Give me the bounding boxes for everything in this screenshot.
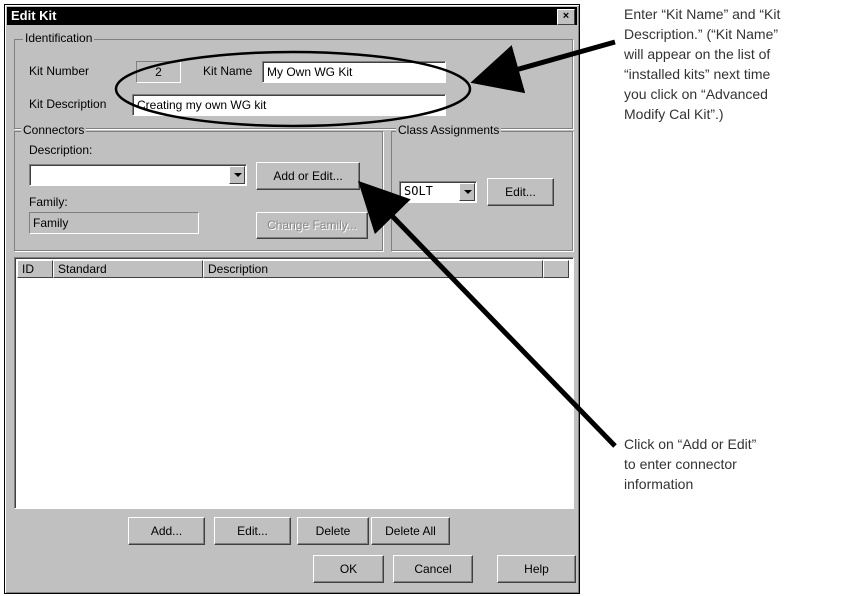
column-header-description[interactable]: Description [203,260,543,278]
standards-list[interactable]: ID Standard Description [14,257,574,509]
class-assignment-value: SOLT [404,184,433,198]
annotation-line: Enter “Kit Name” and “Kit [624,6,781,22]
help-label: Help [524,562,549,576]
chevron-down-icon[interactable] [229,166,245,184]
change-family-label: Change Family... [267,218,357,232]
annotation-line: Modify Cal Kit”.) [624,106,724,122]
column-header-standard[interactable]: Standard [53,260,203,278]
delete-all-button[interactable]: Delete All [371,517,450,545]
add-or-edit-label: Add or Edit... [273,169,343,183]
class-edit-button[interactable]: Edit... [487,178,554,206]
annotation-line: to enter connector [624,456,737,472]
add-label: Add... [150,524,183,538]
annotation-line: “installed kits” next time [624,66,771,82]
annotation-add-or-edit: Click on “Add or Edit” to enter connecto… [624,434,860,494]
ok-button[interactable]: OK [313,555,384,583]
kit-number-value: 2 [155,65,162,79]
add-button[interactable]: Add... [128,517,205,545]
annotation-line: will appear on the list of [624,46,771,62]
connector-description-select[interactable] [29,164,247,186]
kit-number-field: 2 [136,61,181,83]
class-assignments-group-label: Class Assignments [396,123,502,137]
kit-name-value: My Own WG Kit [267,65,353,79]
delete-label: Delete [315,524,351,538]
annotation-kit-name: Enter “Kit Name” and “Kit Description.” … [624,4,860,124]
kit-description-input[interactable]: Creating my own WG kit [132,94,446,116]
chevron-down-icon[interactable] [459,183,475,201]
family-value: Family [33,216,69,230]
kit-name-input[interactable]: My Own WG Kit [262,61,446,83]
annotation-line: Description.” (“Kit Name” [624,26,779,42]
edit-label: Edit... [237,524,268,538]
column-header-filler [543,260,569,278]
family-label: Family: [29,195,68,209]
annotation-line: you click on “Advanced [624,86,768,102]
class-edit-label: Edit... [505,185,536,199]
kit-name-label: Kit Name [203,64,253,78]
dialog-title-bar[interactable]: Edit Kit × [7,7,577,25]
edit-kit-dialog: Edit Kit × Identification Kit Number 2 K… [4,4,580,594]
connector-description-label: Description: [29,143,93,157]
delete-button[interactable]: Delete [297,517,369,545]
kit-description-label: Kit Description [29,97,107,111]
close-button[interactable]: × [557,9,575,25]
dialog-title: Edit Kit [11,8,57,23]
identification-group-label: Identification [23,31,95,45]
help-button[interactable]: Help [497,555,576,583]
change-family-button[interactable]: Change Family... [256,212,368,239]
ok-label: OK [339,562,358,576]
kit-description-value: Creating my own WG kit [137,98,267,112]
class-assignment-select[interactable]: SOLT [399,181,477,203]
annotation-line: Click on “Add or Edit” [624,436,757,452]
add-or-edit-button[interactable]: Add or Edit... [256,162,360,190]
column-header-id[interactable]: ID [17,260,53,278]
connectors-group-label: Connectors [21,123,87,137]
standards-list-header: ID Standard Description [17,260,571,278]
edit-button[interactable]: Edit... [214,517,291,545]
kit-number-label: Kit Number [29,64,90,78]
cancel-button[interactable]: Cancel [393,555,473,583]
delete-all-label: Delete All [385,524,436,538]
family-field: Family [29,212,199,234]
annotation-line: information [624,476,694,492]
cancel-label: Cancel [414,562,452,576]
